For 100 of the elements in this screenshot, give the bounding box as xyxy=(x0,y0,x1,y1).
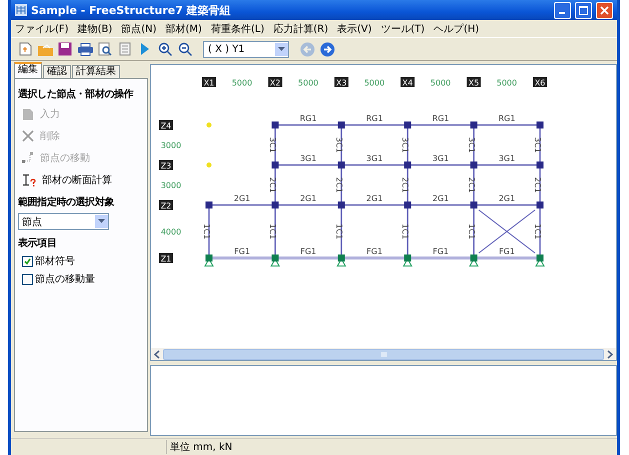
toolbar-button[interactable] xyxy=(117,41,133,57)
caret-icon xyxy=(98,219,105,224)
grid-axis-tag: X5 xyxy=(466,77,481,88)
menu-item[interactable]: 荷重条件(L) xyxy=(210,22,264,36)
member-label: 2C1 xyxy=(268,177,278,193)
joint-node[interactable] xyxy=(272,202,279,208)
member-label: 1C1 xyxy=(334,224,344,240)
menu-item[interactable]: ファイル(F) xyxy=(15,22,69,36)
joint-node[interactable] xyxy=(536,122,544,128)
checkbox[interactable] xyxy=(22,274,33,284)
joint-node[interactable] xyxy=(338,122,345,128)
member-label: FG1 xyxy=(234,247,250,256)
point-node[interactable] xyxy=(206,122,212,128)
member-label: 3C1 xyxy=(400,137,410,153)
scroll-right-icon[interactable] xyxy=(606,350,614,358)
support-node[interactable] xyxy=(468,254,479,266)
scroll-left-icon[interactable] xyxy=(153,350,161,358)
joint-node[interactable] xyxy=(536,162,544,168)
panel-tab[interactable]: 編集 xyxy=(14,62,42,78)
support-node[interactable] xyxy=(204,254,214,266)
member-label: 2C1 xyxy=(533,177,542,193)
grid-axis-tag: X3 xyxy=(334,77,348,88)
menu-item[interactable]: 表示(V) xyxy=(337,22,372,36)
print-icon xyxy=(78,42,92,56)
joint-node[interactable] xyxy=(404,162,412,168)
check-icon xyxy=(24,258,31,264)
point-node[interactable] xyxy=(206,162,212,168)
member-label: 2C1 xyxy=(334,177,344,193)
brace-drawing[interactable] xyxy=(478,210,536,254)
member-label: RG1 xyxy=(300,114,317,123)
grid-axis-tag: Z2 xyxy=(159,200,173,210)
joint-node[interactable] xyxy=(272,122,279,128)
member-label: 2G1 xyxy=(432,194,449,203)
grip-icon xyxy=(380,352,386,356)
member-label: 2C1 xyxy=(466,177,476,193)
back-icon xyxy=(300,42,314,56)
minimize-button[interactable] xyxy=(554,2,571,18)
menu-item[interactable]: ヘルプ(H) xyxy=(434,22,480,36)
section-heading: 選択した節点・部材の操作 xyxy=(18,88,134,101)
status-text: 単位 mm, kN xyxy=(166,440,232,454)
menu-item[interactable]: 建物(B) xyxy=(78,22,112,36)
grid-axis-tag: X4 xyxy=(400,77,415,88)
panel-tab[interactable]: 計算結果 xyxy=(72,65,120,78)
scroll-thumb[interactable] xyxy=(163,348,604,360)
member-label: 1C1 xyxy=(533,224,542,240)
joint-node[interactable] xyxy=(338,202,345,208)
toolbar-button[interactable] xyxy=(319,41,335,57)
member-label: 3C1 xyxy=(268,137,278,153)
member-label: 3G1 xyxy=(498,154,516,163)
menu-item[interactable]: 応力計算(R) xyxy=(273,22,328,36)
close-button[interactable] xyxy=(596,2,613,18)
span-length: 5000 xyxy=(496,78,517,88)
toolbar-button[interactable] xyxy=(77,41,93,57)
joint-node[interactable] xyxy=(206,202,212,208)
joint-node[interactable] xyxy=(470,202,478,208)
toolbar-button[interactable] xyxy=(97,41,113,57)
zoom-out-icon xyxy=(178,42,192,56)
joint-node[interactable] xyxy=(404,202,412,208)
menu-item[interactable]: ツール(T) xyxy=(380,22,425,36)
menu-item[interactable]: 部材(M) xyxy=(166,22,202,36)
toolbar-button[interactable] xyxy=(57,41,73,57)
action-item[interactable]: 部材の断面計算 xyxy=(18,171,144,189)
toolbar-button[interactable] xyxy=(177,41,193,57)
story-height: 3000 xyxy=(160,181,182,190)
checkbox[interactable] xyxy=(22,256,33,266)
horizontal-scrollbar[interactable] xyxy=(150,348,617,361)
member-label: 2G1 xyxy=(498,194,516,203)
support-node[interactable] xyxy=(270,254,280,266)
joint-node[interactable] xyxy=(404,122,412,128)
grid-axis-tag: Z4 xyxy=(159,120,173,130)
view-combo[interactable]: ( X ) Y1 xyxy=(203,40,289,58)
toolbar-button[interactable] xyxy=(157,41,173,57)
member-label: 2G1 xyxy=(366,194,383,203)
joint-node[interactable] xyxy=(338,162,345,168)
frame-canvas[interactable] xyxy=(150,64,617,348)
zoom-in-icon xyxy=(158,42,172,56)
select-field[interactable]: 節点 xyxy=(18,213,109,230)
joint-node[interactable] xyxy=(470,162,478,168)
member-label: 1C1 xyxy=(400,224,410,240)
close-icon xyxy=(600,6,609,14)
member-label: 3C1 xyxy=(334,137,344,153)
member-label: 3G1 xyxy=(300,154,316,163)
preview-icon xyxy=(98,42,112,56)
section-heading: 表示項目 xyxy=(18,236,56,250)
toolbar-button[interactable] xyxy=(17,41,33,57)
member-label: 3C1 xyxy=(533,137,542,153)
member-label: RG1 xyxy=(366,114,383,123)
window-title: Sample - FreeStructure7 建築骨組 xyxy=(31,2,232,18)
support-node[interactable] xyxy=(535,254,545,266)
maximize-button[interactable] xyxy=(575,2,592,18)
menu-item[interactable]: 節点(N) xyxy=(121,22,157,36)
support-node[interactable] xyxy=(336,254,346,266)
joint-node[interactable] xyxy=(536,202,544,208)
support-node[interactable] xyxy=(402,254,412,266)
joint-node[interactable] xyxy=(272,162,279,168)
member-label: RG1 xyxy=(498,114,516,123)
new-file-icon xyxy=(18,42,32,56)
panel-tab[interactable]: 確認 xyxy=(43,65,71,78)
member-label: FG1 xyxy=(366,247,382,256)
joint-node[interactable] xyxy=(470,122,478,128)
